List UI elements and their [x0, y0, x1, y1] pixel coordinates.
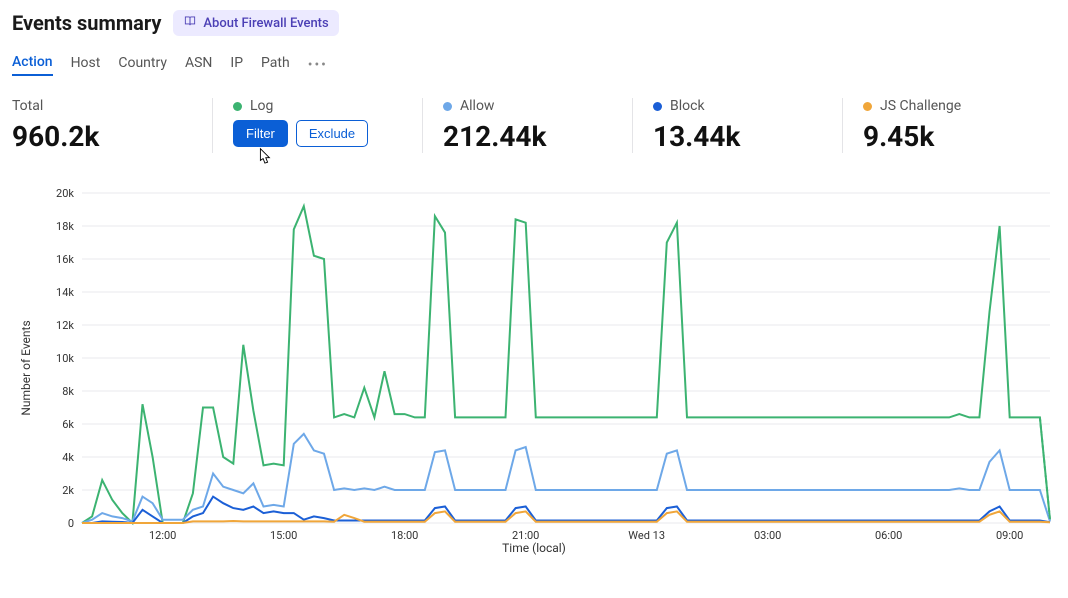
- tab-action[interactable]: Action: [12, 54, 53, 76]
- dot-icon: [653, 102, 662, 111]
- chart-series-js-challenge: [82, 511, 1050, 523]
- card-jsc-label: JS Challenge: [880, 98, 961, 114]
- about-firewall-events-link[interactable]: About Firewall Events: [173, 10, 338, 36]
- card-total: Total 960.2k: [12, 98, 212, 153]
- chart-x-tick: 09:00: [996, 529, 1023, 542]
- chart-x-tick: 18:00: [391, 529, 418, 542]
- card-block[interactable]: Block 13.44k: [632, 98, 842, 153]
- card-js-challenge[interactable]: JS Challenge 9.45k: [842, 98, 1056, 153]
- filter-button[interactable]: Filter: [233, 120, 288, 147]
- book-icon: [183, 14, 197, 32]
- tab-path[interactable]: Path: [261, 55, 290, 75]
- chart-series-allow: [82, 434, 1050, 523]
- card-allow-value: 212.44k: [443, 120, 612, 153]
- card-log[interactable]: Log Filter Exclude: [212, 98, 422, 153]
- card-allow-label: Allow: [460, 98, 494, 114]
- dot-icon: [233, 102, 242, 111]
- chart-y-tick: 12k: [56, 319, 74, 332]
- chart-y-axis-label: Number of Events: [19, 320, 33, 415]
- chart-x-tick: 03:00: [754, 529, 781, 542]
- chart-y-tick: 8k: [62, 385, 74, 398]
- tabs-bar: Action Host Country ASN IP Path •••: [12, 54, 1056, 76]
- chart-y-tick: 16k: [56, 253, 74, 266]
- dot-icon: [443, 102, 452, 111]
- card-allow[interactable]: Allow 212.44k: [422, 98, 632, 153]
- chart-x-tick: Wed 13: [628, 529, 665, 542]
- dot-icon: [863, 102, 872, 111]
- chart-y-tick: 20k: [56, 187, 74, 200]
- tab-asn[interactable]: ASN: [185, 55, 212, 75]
- page-title: Events summary: [12, 11, 161, 35]
- card-block-value: 13.44k: [653, 120, 822, 153]
- tab-ip[interactable]: IP: [230, 55, 243, 75]
- card-block-label: Block: [670, 98, 705, 114]
- chart-y-tick: 6k: [62, 418, 74, 431]
- card-jsc-value: 9.45k: [863, 120, 1036, 153]
- chart-x-tick: 12:00: [149, 529, 176, 542]
- chart-y-tick: 10k: [56, 352, 74, 365]
- chart-x-tick: 15:00: [270, 529, 297, 542]
- chart-x-tick: 06:00: [875, 529, 902, 542]
- about-label: About Firewall Events: [203, 16, 328, 31]
- chart-x-axis-label: Time (local): [502, 541, 566, 555]
- cursor-pointer-icon: [255, 146, 273, 168]
- card-total-value: 960.2k: [12, 120, 192, 153]
- chart-y-tick: 2k: [62, 484, 74, 497]
- chart-y-tick: 0: [68, 517, 74, 530]
- chart-y-tick: 14k: [56, 286, 74, 299]
- chart-series-block: [82, 497, 1050, 523]
- tab-country[interactable]: Country: [118, 55, 167, 75]
- tab-host[interactable]: Host: [71, 55, 101, 75]
- tabs-more-icon[interactable]: •••: [308, 57, 328, 73]
- events-chart[interactable]: 0 2k 4k 6k 8k 10k 12k 14k 16k 18k 20k 12:00 15:00 18:…: [12, 183, 1056, 553]
- card-total-label: Total: [12, 98, 43, 114]
- exclude-button[interactable]: Exclude: [296, 120, 368, 147]
- chart-y-tick: 18k: [56, 220, 74, 233]
- chart-series-log: [82, 206, 1050, 523]
- chart-y-tick: 4k: [62, 451, 74, 464]
- card-log-label: Log: [250, 98, 273, 114]
